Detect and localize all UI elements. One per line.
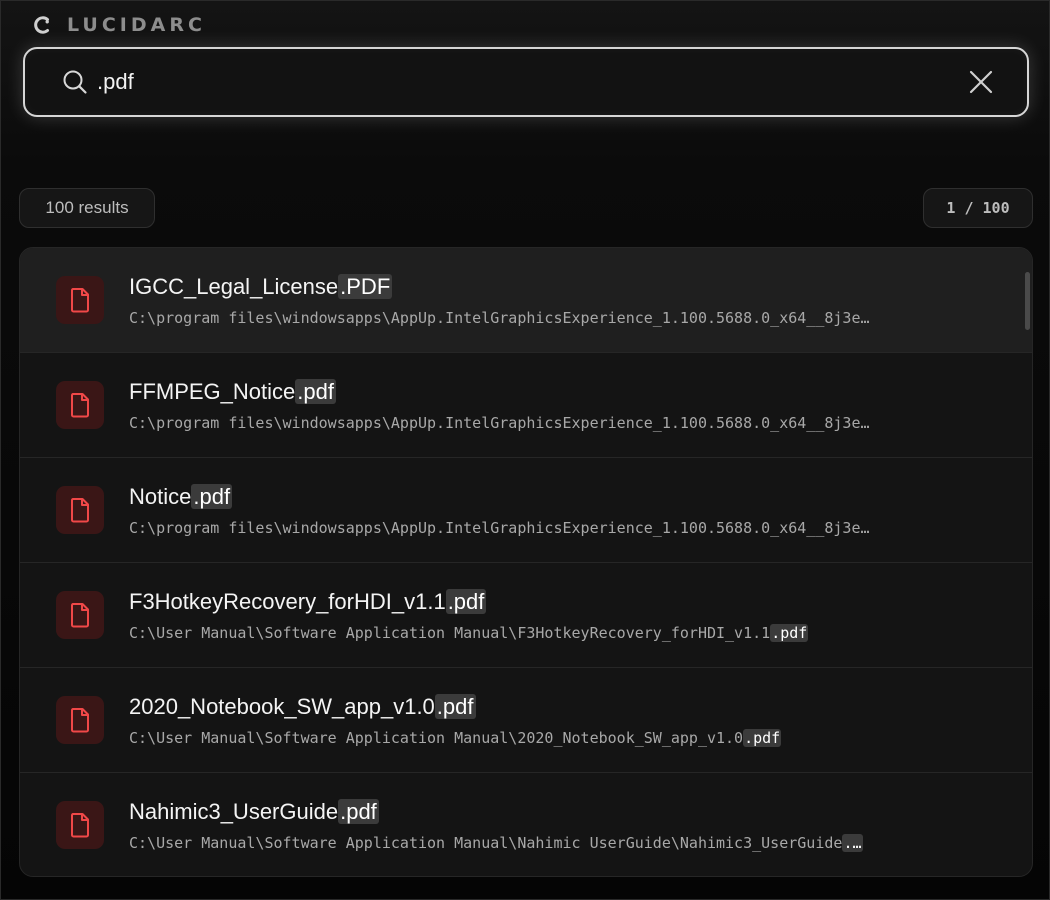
file-path-base: C:\program files\windowsapps\AppUp.Intel… — [129, 414, 870, 432]
file-path: C:\User Manual\Software Application Manu… — [129, 834, 995, 852]
result-row-5[interactable]: 2020_Notebook_SW_app_v1.0.pdf C:\User Ma… — [20, 668, 1032, 773]
pdf-file-icon — [71, 708, 89, 733]
file-name-match: .pdf — [295, 379, 336, 404]
file-name-base: 2020_Notebook_SW_app_v1.0 — [129, 694, 435, 719]
search-icon — [63, 70, 87, 94]
file-name-base: F3HotkeyRecovery_forHDI_v1.1 — [129, 589, 446, 614]
file-path: C:\program files\windowsapps\AppUp.Intel… — [129, 309, 995, 327]
file-path-base: C:\program files\windowsapps\AppUp.Intel… — [129, 309, 870, 327]
pdf-file-icon — [71, 393, 89, 418]
pdf-file-icon — [71, 603, 89, 628]
file-path-base: C:\program files\windowsapps\AppUp.Intel… — [129, 519, 870, 537]
result-row-4[interactable]: F3HotkeyRecovery_forHDI_v1.1.pdf C:\User… — [20, 563, 1032, 668]
file-name: Notice.pdf — [129, 484, 233, 510]
brand-name: LUCIDARC — [67, 14, 206, 36]
file-path: C:\User Manual\Software Application Manu… — [129, 624, 995, 642]
pdf-file-icon — [71, 288, 89, 313]
results-scrollbar[interactable] — [1025, 272, 1030, 330]
page-indicator: 1 / 100 — [923, 188, 1033, 228]
result-row-1[interactable]: IGCC_Legal_License.PDF C:\program files\… — [20, 248, 1032, 353]
file-path-base: C:\User Manual\Software Application Manu… — [129, 834, 843, 852]
file-icon-badge — [56, 276, 104, 324]
file-name-base: Notice — [129, 484, 192, 509]
file-name: FFMPEG_Notice.pdf — [129, 379, 336, 405]
file-path-base: C:\User Manual\Software Application Manu… — [129, 729, 744, 747]
results-count-badge: 100 results — [19, 188, 155, 228]
search-bar[interactable] — [23, 47, 1029, 117]
file-name-match: .pdf — [338, 799, 379, 824]
file-icon-badge — [56, 801, 104, 849]
file-path: C:\User Manual\Software Application Manu… — [129, 729, 995, 747]
search-input[interactable] — [97, 62, 961, 102]
file-name-match: .pdf — [445, 589, 487, 614]
results-list: IGCC_Legal_License.PDF C:\program files\… — [19, 247, 1033, 877]
close-icon — [969, 70, 993, 94]
result-row-3[interactable]: Notice.pdf C:\program files\windowsapps\… — [20, 458, 1032, 563]
file-path: C:\program files\windowsapps\AppUp.Intel… — [129, 414, 995, 432]
clear-search-button[interactable] — [961, 62, 1001, 102]
file-icon-badge — [56, 486, 104, 534]
file-icon-badge — [56, 381, 104, 429]
file-name-match: .pdf — [434, 694, 476, 719]
file-name: F3HotkeyRecovery_forHDI_v1.1.pdf — [129, 589, 487, 615]
pdf-file-icon — [71, 813, 89, 838]
file-name-match: .PDF — [338, 274, 393, 299]
file-name: IGCC_Legal_License.PDF — [129, 274, 393, 300]
result-row-6[interactable]: Nahimic3_UserGuide.pdf C:\User Manual\So… — [20, 773, 1032, 876]
file-name-base: IGCC_Legal_License — [129, 274, 339, 299]
file-icon-badge — [56, 591, 104, 639]
file-path-match: .pdf — [770, 624, 809, 642]
file-name-base: FFMPEG_Notice — [129, 379, 296, 404]
result-row-2[interactable]: FFMPEG_Notice.pdf C:\program files\windo… — [20, 353, 1032, 458]
file-path-match: .… — [842, 834, 863, 852]
file-name: Nahimic3_UserGuide.pdf — [129, 799, 379, 825]
app-window: LUCIDARC 100 results 1 / 100 IGCC_Legal_… — [0, 0, 1050, 900]
file-name-base: Nahimic3_UserGuide — [129, 799, 339, 824]
file-name: 2020_Notebook_SW_app_v1.0.pdf — [129, 694, 476, 720]
file-path: C:\program files\windowsapps\AppUp.Intel… — [129, 519, 995, 537]
brand: LUCIDARC — [31, 14, 206, 36]
file-name-match: .pdf — [191, 484, 233, 509]
file-path-match: .pdf — [743, 729, 782, 747]
pdf-file-icon — [71, 498, 89, 523]
file-icon-badge — [56, 696, 104, 744]
file-path-base: C:\User Manual\Software Application Manu… — [129, 624, 771, 642]
crescent-logo-icon — [34, 16, 49, 34]
